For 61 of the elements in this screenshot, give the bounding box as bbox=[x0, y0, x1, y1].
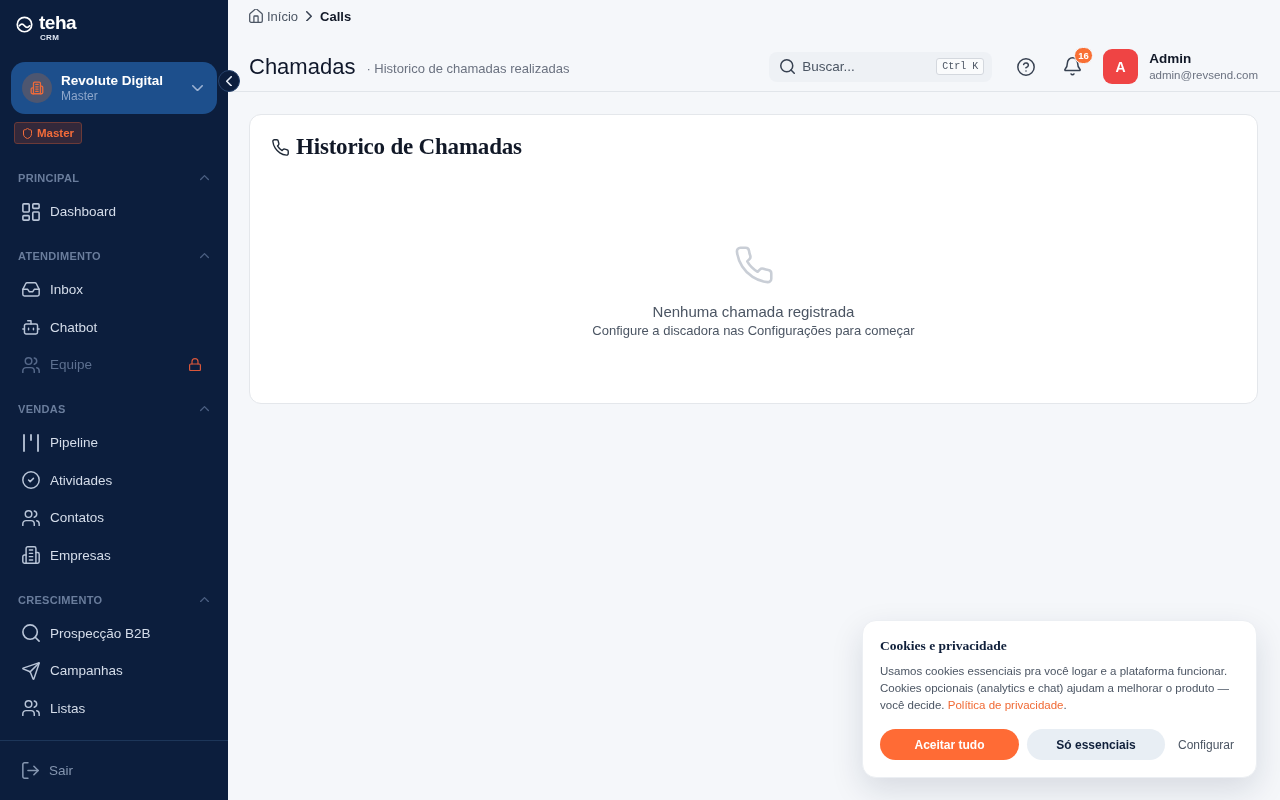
building-icon bbox=[22, 546, 40, 565]
user-avatar[interactable]: A bbox=[1103, 49, 1139, 84]
section-header[interactable]: PRINCIPAL bbox=[0, 163, 228, 193]
section-header[interactable]: VENDAS bbox=[0, 394, 228, 424]
page-subtitle: · Historico de chamadas realizadas bbox=[366, 60, 570, 76]
nav-item[interactable]: Prospecção B2B bbox=[0, 614, 222, 652]
phone-icon bbox=[272, 138, 289, 156]
role-label: Master bbox=[37, 127, 75, 139]
check-circle-icon bbox=[22, 471, 40, 490]
cookie-title: Cookies e privacidade bbox=[880, 638, 1008, 654]
chevron-down-icon bbox=[192, 84, 203, 92]
search-icon bbox=[22, 624, 40, 643]
user-email: admin@revsend.com bbox=[1149, 68, 1258, 83]
user-name: Admin bbox=[1149, 50, 1193, 67]
page-title: Chamadas bbox=[249, 52, 356, 81]
nav-item[interactable]: Atividades bbox=[0, 461, 222, 499]
users-icon bbox=[22, 509, 40, 526]
empty-state-hint: Configure a discadora nas Configurações para começar bbox=[592, 322, 915, 340]
shield-icon bbox=[23, 127, 32, 139]
workspace-switcher[interactable]: Revolute Digital Master bbox=[11, 62, 217, 114]
help-icon bbox=[1017, 57, 1036, 76]
chevron-left-icon bbox=[226, 75, 232, 87]
bell-icon bbox=[1063, 57, 1081, 76]
breadcrumb-link[interactable]: Início bbox=[249, 8, 299, 24]
building-icon bbox=[22, 73, 52, 103]
logo-wordmark: teha bbox=[39, 13, 77, 33]
nav-item[interactable]: Dashboard bbox=[0, 193, 222, 231]
nav-item[interactable]: Listas bbox=[0, 689, 222, 727]
users-icon bbox=[22, 700, 40, 717]
logo-tagline: CRM bbox=[40, 33, 60, 42]
notification-count: 16 bbox=[1074, 46, 1093, 64]
workspace-role: Master bbox=[61, 89, 99, 104]
columns-icon bbox=[22, 433, 40, 452]
breadcrumb-current: Calls bbox=[320, 8, 352, 24]
logout-button[interactable]: Sair bbox=[22, 762, 73, 779]
inbox-tray-icon bbox=[22, 282, 40, 298]
card-title: Historico de Chamadas bbox=[296, 135, 522, 159]
nav-item[interactable]: Campanhas bbox=[0, 652, 222, 690]
essentials-only-button[interactable]: Só essenciais bbox=[1027, 729, 1165, 760]
dashboard-grid-icon bbox=[22, 202, 40, 221]
logout-icon bbox=[22, 762, 39, 779]
configure-button[interactable]: Configurar bbox=[1173, 729, 1239, 760]
empty-state-title: Nenhuma chamada registrada bbox=[652, 302, 855, 322]
phone-icon bbox=[734, 246, 773, 284]
nav-item[interactable]: Contatos bbox=[0, 499, 222, 537]
robot-icon bbox=[22, 319, 40, 335]
section-header[interactable]: CRESCIMENTO bbox=[0, 584, 228, 615]
home-icon bbox=[249, 9, 263, 23]
send-icon bbox=[22, 661, 40, 680]
shortcut-hint: Ctrl K bbox=[936, 58, 985, 75]
nav-item[interactable]: Chatbot bbox=[0, 308, 222, 346]
nav-item[interactable]: Empresas bbox=[0, 536, 222, 574]
search-icon bbox=[780, 59, 796, 74]
users-icon bbox=[22, 356, 40, 373]
cookie-text: Usamos cookies essenciais pra você logar e a plataforma funcionar. Cookies opcionais (analytics e chat) ajudam a melhorar o produto — você decide. Política de privacidade. bbox=[880, 664, 1230, 713]
section-header[interactable]: ATENDIMENTO bbox=[0, 241, 228, 271]
chevron-right-icon bbox=[306, 10, 313, 22]
workspace-name: Revolute Digital bbox=[61, 72, 164, 89]
nav-item[interactable]: Inbox bbox=[0, 271, 222, 309]
logo-icon bbox=[16, 16, 33, 33]
nav-item[interactable]: Pipeline bbox=[0, 424, 222, 462]
